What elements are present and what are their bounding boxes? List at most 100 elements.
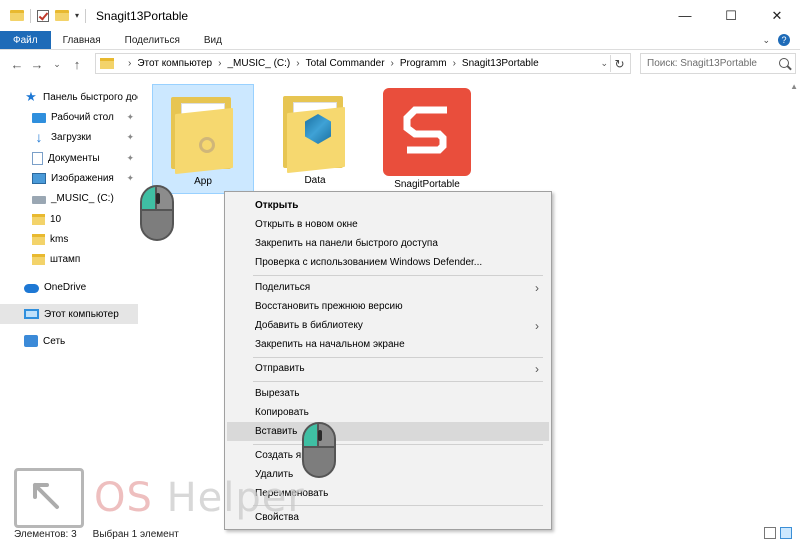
sidebar-item-label: OneDrive [44,281,87,293]
menu-item-create-shortcut[interactable]: Создать ярлык [227,446,549,465]
sidebar-item-quick-access[interactable]: ★ Панель быстрого доступа [0,87,138,107]
breadcrumb-chevron-icon[interactable]: › [453,58,456,69]
file-item-app[interactable]: App [152,84,254,194]
sidebar-item-onedrive[interactable]: OneDrive [0,277,138,297]
breadcrumb-chevron-icon[interactable]: › [391,58,394,69]
menu-item-open[interactable]: Открыть [227,196,549,215]
sidebar-item-this-pc[interactable]: Этот компьютер [0,304,138,324]
sidebar-item-music-drive[interactable]: _MUSIC_ (C:) [0,188,138,208]
back-arrow-icon[interactable]: ← [8,54,26,74]
navigation-bar: ← → ⌄ ↑ › Этот компьютер › _MUSIC_ (C:) … [0,51,800,77]
pin-icon[interactable]: ✦ [126,173,134,184]
address-dropdown-icon[interactable]: ⌄ [600,58,608,69]
cursor-logo-icon [14,468,84,528]
star-icon: ★ [25,89,37,104]
tab-file[interactable]: Файл [0,31,51,49]
breadcrumb-chevron-icon[interactable]: › [218,58,221,69]
sidebar-item-documents[interactable]: Документы ✦ [0,148,138,168]
expand-ribbon-icon[interactable]: ⌄ [762,35,770,46]
search-icon[interactable] [779,58,789,68]
computer-icon [24,309,39,319]
close-button[interactable]: ✕ [754,0,800,31]
menu-item-open-new-window[interactable]: Открыть в новом окне [227,215,549,234]
up-arrow-icon[interactable]: ↑ [68,54,86,74]
menu-item-share[interactable]: Поделиться › [227,278,549,297]
folder-icon [10,10,24,21]
menu-item-copy[interactable]: Копировать [227,403,549,422]
sidebar-item-label: Сеть [43,335,66,347]
menu-separator [253,275,543,276]
breadcrumb-item[interactable]: Этот компьютер [137,58,212,69]
tab-view[interactable]: Вид [192,31,234,49]
menu-item-label: Добавить в библиотеку [255,320,363,331]
sidebar-item-label: Документы [48,152,100,164]
sidebar-item-label: _MUSIC_ (C:) [51,192,114,204]
sidebar-item-label: штамп [50,253,81,265]
file-label: Data [304,175,326,186]
history-chevron-icon[interactable]: ⌄ [48,54,66,74]
sidebar-item-pictures[interactable]: Изображения ✦ [0,168,138,188]
menu-separator [253,444,543,445]
help-icon[interactable]: ? [778,34,790,46]
desktop-icon [32,113,46,123]
file-label: App [194,176,212,187]
menu-item-add-to-library[interactable]: Добавить в библиотеку › [227,316,549,335]
search-input[interactable]: Поиск: Snagit13Portable [640,53,796,74]
breadcrumb-item[interactable]: Total Commander [306,58,385,69]
sidebar-item-stamp[interactable]: штамп [0,249,138,269]
sidebar-item-label: Рабочий стол [51,111,114,123]
sidebar-item-label: Этот компьютер [44,308,119,320]
sidebar-item-folder-10[interactable]: 10 [0,209,138,229]
properties-icon[interactable] [37,9,49,22]
tab-home[interactable]: Главная [51,31,113,49]
menu-item-send-to[interactable]: Отправить › [227,359,549,378]
pin-icon[interactable]: ✦ [126,132,134,143]
file-label: SnagitPortable [394,179,460,190]
forward-arrow-icon[interactable]: → [28,54,46,74]
sidebar-item-kms[interactable]: kms [0,229,138,249]
breadcrumb-chevron-icon[interactable]: › [296,58,299,69]
view-toggle [764,527,792,539]
submenu-arrow-icon: › [535,319,539,333]
minimize-button[interactable]: — [662,0,708,31]
breadcrumb-chevron-icon[interactable]: › [128,58,131,69]
menu-item-defender-scan[interactable]: Проверка с использованием Windows Defend… [227,253,549,272]
sidebar-item-desktop[interactable]: Рабочий стол ✦ [0,107,138,127]
pin-icon[interactable]: ✦ [126,153,134,164]
large-icons-view-icon[interactable] [780,527,792,539]
sidebar-item-label: Панель быстрого доступа [43,91,138,103]
sidebar-item-network[interactable]: Сеть [0,331,138,351]
left-click-mouse-icon [302,422,336,478]
navigation-pane: ★ Панель быстрого доступа Рабочий стол ✦… [0,82,140,522]
folder-icon [32,233,45,245]
maximize-button[interactable]: ☐ [708,0,754,31]
menu-item-pin-start[interactable]: Закрепить на начальном экране [227,335,549,354]
menu-item-paste[interactable]: Вставить [227,422,549,441]
breadcrumb-item[interactable]: Snagit13Portable [462,58,539,69]
refresh-icon[interactable]: ↻ [610,55,628,72]
sidebar-item-label: Изображения [51,172,114,184]
quick-access-toolbar: ▾ [0,8,87,23]
pin-icon[interactable]: ✦ [126,112,134,123]
menu-item-cut[interactable]: Вырезать [227,384,549,403]
window-controls: — ☐ ✕ [662,0,800,31]
sidebar-item-label: Загрузки [51,131,92,143]
menu-separator [253,381,543,382]
menu-item-pin-quick-access[interactable]: Закрепить на панели быстрого доступа [227,234,549,253]
breadcrumb-item[interactable]: Programm [400,58,447,69]
menu-item-restore-previous[interactable]: Восстановить прежнюю версию [227,297,549,316]
snagit-app-icon [383,88,471,176]
sidebar-item-label: 10 [50,213,62,225]
address-bar[interactable]: › Этот компьютер › _MUSIC_ (C:) › Total … [95,53,631,74]
details-view-icon[interactable] [764,527,776,539]
breadcrumb-item[interactable]: _MUSIC_ (C:) [227,58,290,69]
pictures-icon [32,173,46,184]
customize-dropdown-icon[interactable]: ▾ [75,11,79,20]
nav-buttons: ← → ⌄ ↑ [0,54,86,74]
folder-icon [32,253,45,265]
file-item-data[interactable]: Data [264,84,366,194]
sidebar-item-downloads[interactable]: ↓ Загрузки ✦ [0,127,138,147]
tab-share[interactable]: Поделиться [113,31,192,49]
file-item-snagitportable[interactable]: SnagitPortable [376,84,478,194]
new-folder-icon[interactable] [55,10,69,21]
